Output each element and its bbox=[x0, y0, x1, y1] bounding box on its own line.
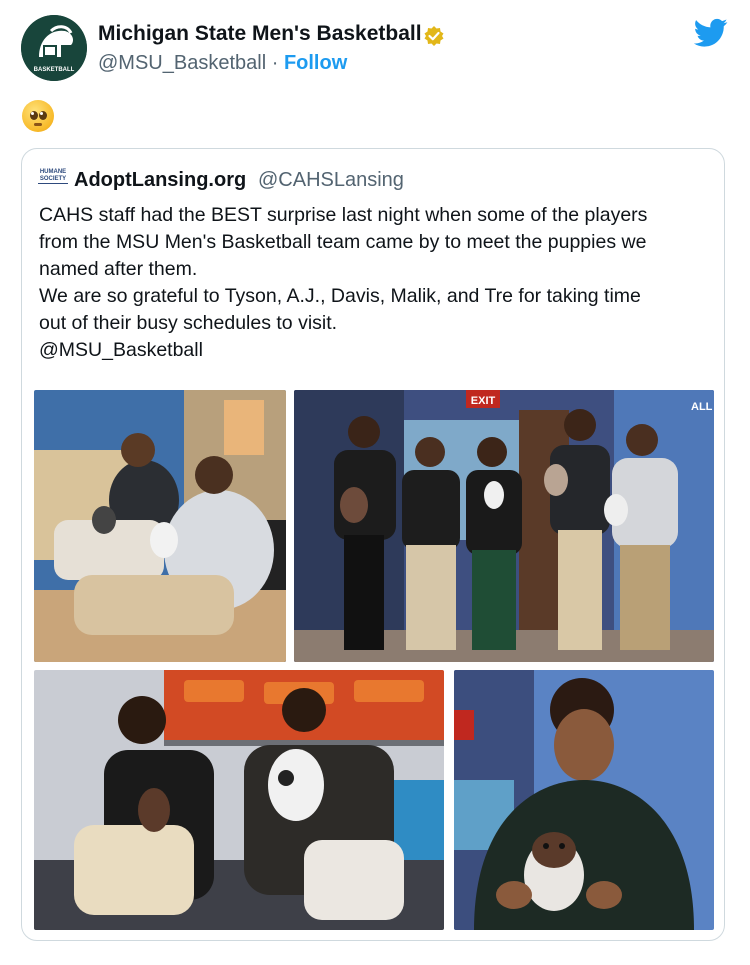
verified-badge-icon bbox=[424, 26, 444, 46]
photo-two-players-with-puppies[interactable] bbox=[34, 670, 444, 930]
svg-text:BASKETBALL: BASKETBALL bbox=[34, 67, 75, 73]
quoted-tweet-text: CAHS staff had the BEST surprise last ni… bbox=[39, 202, 709, 364]
photo-player-holding-puppy[interactable] bbox=[454, 670, 714, 930]
quoted-display-name[interactable]: AdoptLansing.org bbox=[74, 169, 246, 192]
quoted-text-line: from the MSU Men's Basketball team came … bbox=[39, 231, 647, 253]
author-display-name[interactable]: Michigan State Men's Basketball bbox=[98, 22, 422, 46]
separator-dot: · bbox=[266, 52, 284, 74]
author-handle-line: @MSU_Basketball · Follow bbox=[98, 52, 347, 75]
svg-text:EXIT: EXIT bbox=[471, 395, 496, 407]
humane-society-avatar[interactable]: HUMANE SOCIETY bbox=[38, 169, 68, 193]
quoted-text-line: We are so grateful to Tyson, A.J., Davis… bbox=[39, 285, 641, 307]
follow-button[interactable]: Follow bbox=[284, 52, 347, 74]
author-handle[interactable]: @MSU_Basketball bbox=[98, 52, 266, 74]
quoted-text-line: named after them. bbox=[39, 258, 198, 280]
quoted-text-line: CAHS staff had the BEST surprise last ni… bbox=[39, 204, 648, 226]
quoted-tweet-card[interactable]: HUMANE SOCIETY AdoptLansing.org @CAHSLan… bbox=[21, 148, 725, 941]
twitter-bird-icon[interactable] bbox=[694, 18, 728, 48]
photo-players-seated[interactable] bbox=[34, 390, 286, 662]
msu-avatar[interactable]: BASKETBALL bbox=[21, 15, 87, 81]
embedded-tweet: BASKETBALL Michigan State Men's Basketba… bbox=[0, 0, 750, 965]
quoted-handle[interactable]: @CAHSLansing bbox=[258, 169, 404, 192]
quoted-text-mention[interactable]: @MSU_Basketball bbox=[39, 337, 709, 364]
quoted-text-line: out of their busy schedules to visit. bbox=[39, 312, 338, 334]
spartan-helmet-icon: BASKETBALL bbox=[21, 15, 87, 81]
photo-five-players-standing[interactable]: EXIT ALL L bbox=[294, 390, 714, 662]
svg-text:ALL L: ALL L bbox=[691, 401, 714, 413]
pleading-face-emoji-icon bbox=[22, 100, 54, 132]
